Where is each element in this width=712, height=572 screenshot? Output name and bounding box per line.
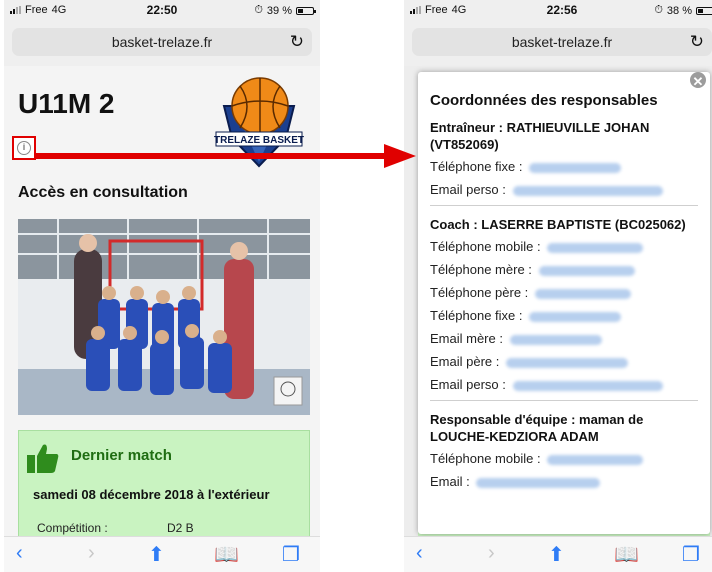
url-text: basket-trelaze.fr xyxy=(511,34,613,50)
redacted-value[interactable] xyxy=(512,185,663,196)
manager-email: Email : xyxy=(430,474,698,490)
back-icon[interactable]: ‹ xyxy=(416,542,423,565)
redacted-value[interactable] xyxy=(506,357,628,368)
field-label: Téléphone père : xyxy=(430,285,529,300)
coach-email-mother: Email mère : xyxy=(430,331,698,347)
battery-icon xyxy=(296,6,316,15)
browser-toolbar: ‹ › ⬆ 📖 ❐ xyxy=(404,536,712,572)
phone-screen-right: Free 4G 22:56 ⏱ 38 % basket-trelaze.fr ↻… xyxy=(404,0,712,572)
status-bar: Free 4G 22:50 ⏱ 39 % xyxy=(4,0,320,20)
reload-icon[interactable]: ↻ xyxy=(290,28,304,56)
field-label: Email perso : xyxy=(430,182,506,197)
redacted-value[interactable] xyxy=(538,265,635,276)
match-date: samedi 08 décembre 2018 à l'extérieur xyxy=(33,487,270,502)
page-title: U11M 2 xyxy=(18,88,115,119)
redacted-value[interactable] xyxy=(529,162,622,173)
last-match-card: Dernier match samedi 08 décembre 2018 à … xyxy=(18,430,310,550)
field-label: Téléphone mère : xyxy=(430,262,532,277)
manager-phone-mobile: Téléphone mobile : xyxy=(430,451,698,467)
field-label: Email : xyxy=(430,474,470,489)
tabs-icon[interactable]: ❐ xyxy=(682,542,700,567)
thumbs-up-icon xyxy=(27,444,59,473)
close-icon[interactable]: ✕ xyxy=(688,72,708,90)
coach-role: Coach : LASERRE BAPTISTE (BC025062) xyxy=(430,217,686,232)
team-photo xyxy=(18,219,310,415)
coach-email-perso: Email perso : xyxy=(430,377,698,393)
field-label: Téléphone mobile : xyxy=(430,451,541,466)
competition-label: Compétition : xyxy=(37,521,108,535)
info-icon: i xyxy=(17,141,31,155)
divider xyxy=(430,400,698,401)
redacted-value[interactable] xyxy=(534,288,631,299)
coach-phone-father: Téléphone père : xyxy=(430,285,698,301)
battery-info: ⏱ 39 % xyxy=(254,4,316,17)
field-label: Téléphone mobile : xyxy=(430,239,541,254)
bookmarks-icon[interactable]: 📖 xyxy=(214,542,239,567)
tabs-icon[interactable]: ❐ xyxy=(282,542,300,567)
modal-title: Coordonnées des responsables xyxy=(430,92,658,109)
address-bar[interactable]: basket-trelaze.fr ↻ xyxy=(12,28,312,56)
competition-value: D2 B xyxy=(167,521,194,535)
share-icon[interactable]: ⬆ xyxy=(148,542,165,567)
trainer-role: Entraîneur : RATHIEUVILLE JOHAN (VT85206… xyxy=(430,120,650,152)
field-label: Email perso : xyxy=(430,377,506,392)
field-label: Téléphone fixe : xyxy=(430,308,523,323)
battery-percent: 38 % xyxy=(666,4,692,17)
coach-phone-mobile: Téléphone mobile : xyxy=(430,239,698,255)
page-content: ✕ Coordonnées des responsables Entraîneu… xyxy=(404,66,712,546)
alarm-icon: ⏱ xyxy=(254,4,263,16)
reload-icon[interactable]: ↻ xyxy=(690,28,704,56)
info-button[interactable]: i xyxy=(12,136,36,160)
address-bar[interactable]: basket-trelaze.fr ↻ xyxy=(412,28,712,56)
forward-icon[interactable]: › xyxy=(488,542,495,565)
trainer-phone-fixed: Téléphone fixe : xyxy=(430,159,698,175)
coach-phone-mother: Téléphone mère : xyxy=(430,262,698,278)
manager-role: Responsable d'équipe : maman de LOUCHE-K… xyxy=(430,412,644,444)
coach-phone-fixed: Téléphone fixe : xyxy=(430,308,698,324)
field-label: Email mère : xyxy=(430,331,503,346)
field-label: Téléphone fixe : xyxy=(430,159,523,174)
url-text: basket-trelaze.fr xyxy=(111,34,213,50)
back-icon[interactable]: ‹ xyxy=(16,542,23,565)
battery-icon xyxy=(696,6,712,15)
field-label: Email père : xyxy=(430,354,500,369)
battery-percent: 39 % xyxy=(266,4,292,17)
alarm-icon: ⏱ xyxy=(654,4,663,16)
redacted-value[interactable] xyxy=(476,477,601,488)
page-content: U11M 2 TRELAZE BASKET i Accès en consult… xyxy=(4,66,320,550)
status-bar: Free 4G 22:56 ⏱ 38 % xyxy=(404,0,712,20)
redacted-value[interactable] xyxy=(512,380,663,391)
access-mode-text: Accès en consultation xyxy=(18,184,188,201)
redacted-value[interactable] xyxy=(509,334,602,345)
match-heading: Dernier match xyxy=(71,447,172,464)
redacted-value[interactable] xyxy=(547,454,644,465)
share-icon[interactable]: ⬆ xyxy=(548,542,565,567)
battery-info: ⏱ 38 % xyxy=(654,4,712,17)
redacted-value[interactable] xyxy=(529,311,622,322)
red-arrow-annotation xyxy=(36,144,416,168)
browser-toolbar: ‹ › ⬆ 📖 ❐ xyxy=(4,536,320,572)
trainer-email-perso: Email perso : xyxy=(430,182,698,198)
phone-screen-left: Free 4G 22:50 ⏱ 39 % basket-trelaze.fr ↻… xyxy=(4,0,320,572)
divider xyxy=(430,205,698,206)
redacted-value[interactable] xyxy=(547,242,644,253)
forward-icon[interactable]: › xyxy=(88,542,95,565)
coach-email-father: Email père : xyxy=(430,354,698,370)
contacts-modal: ✕ Coordonnées des responsables Entraîneu… xyxy=(418,72,710,534)
bookmarks-icon[interactable]: 📖 xyxy=(614,542,639,567)
